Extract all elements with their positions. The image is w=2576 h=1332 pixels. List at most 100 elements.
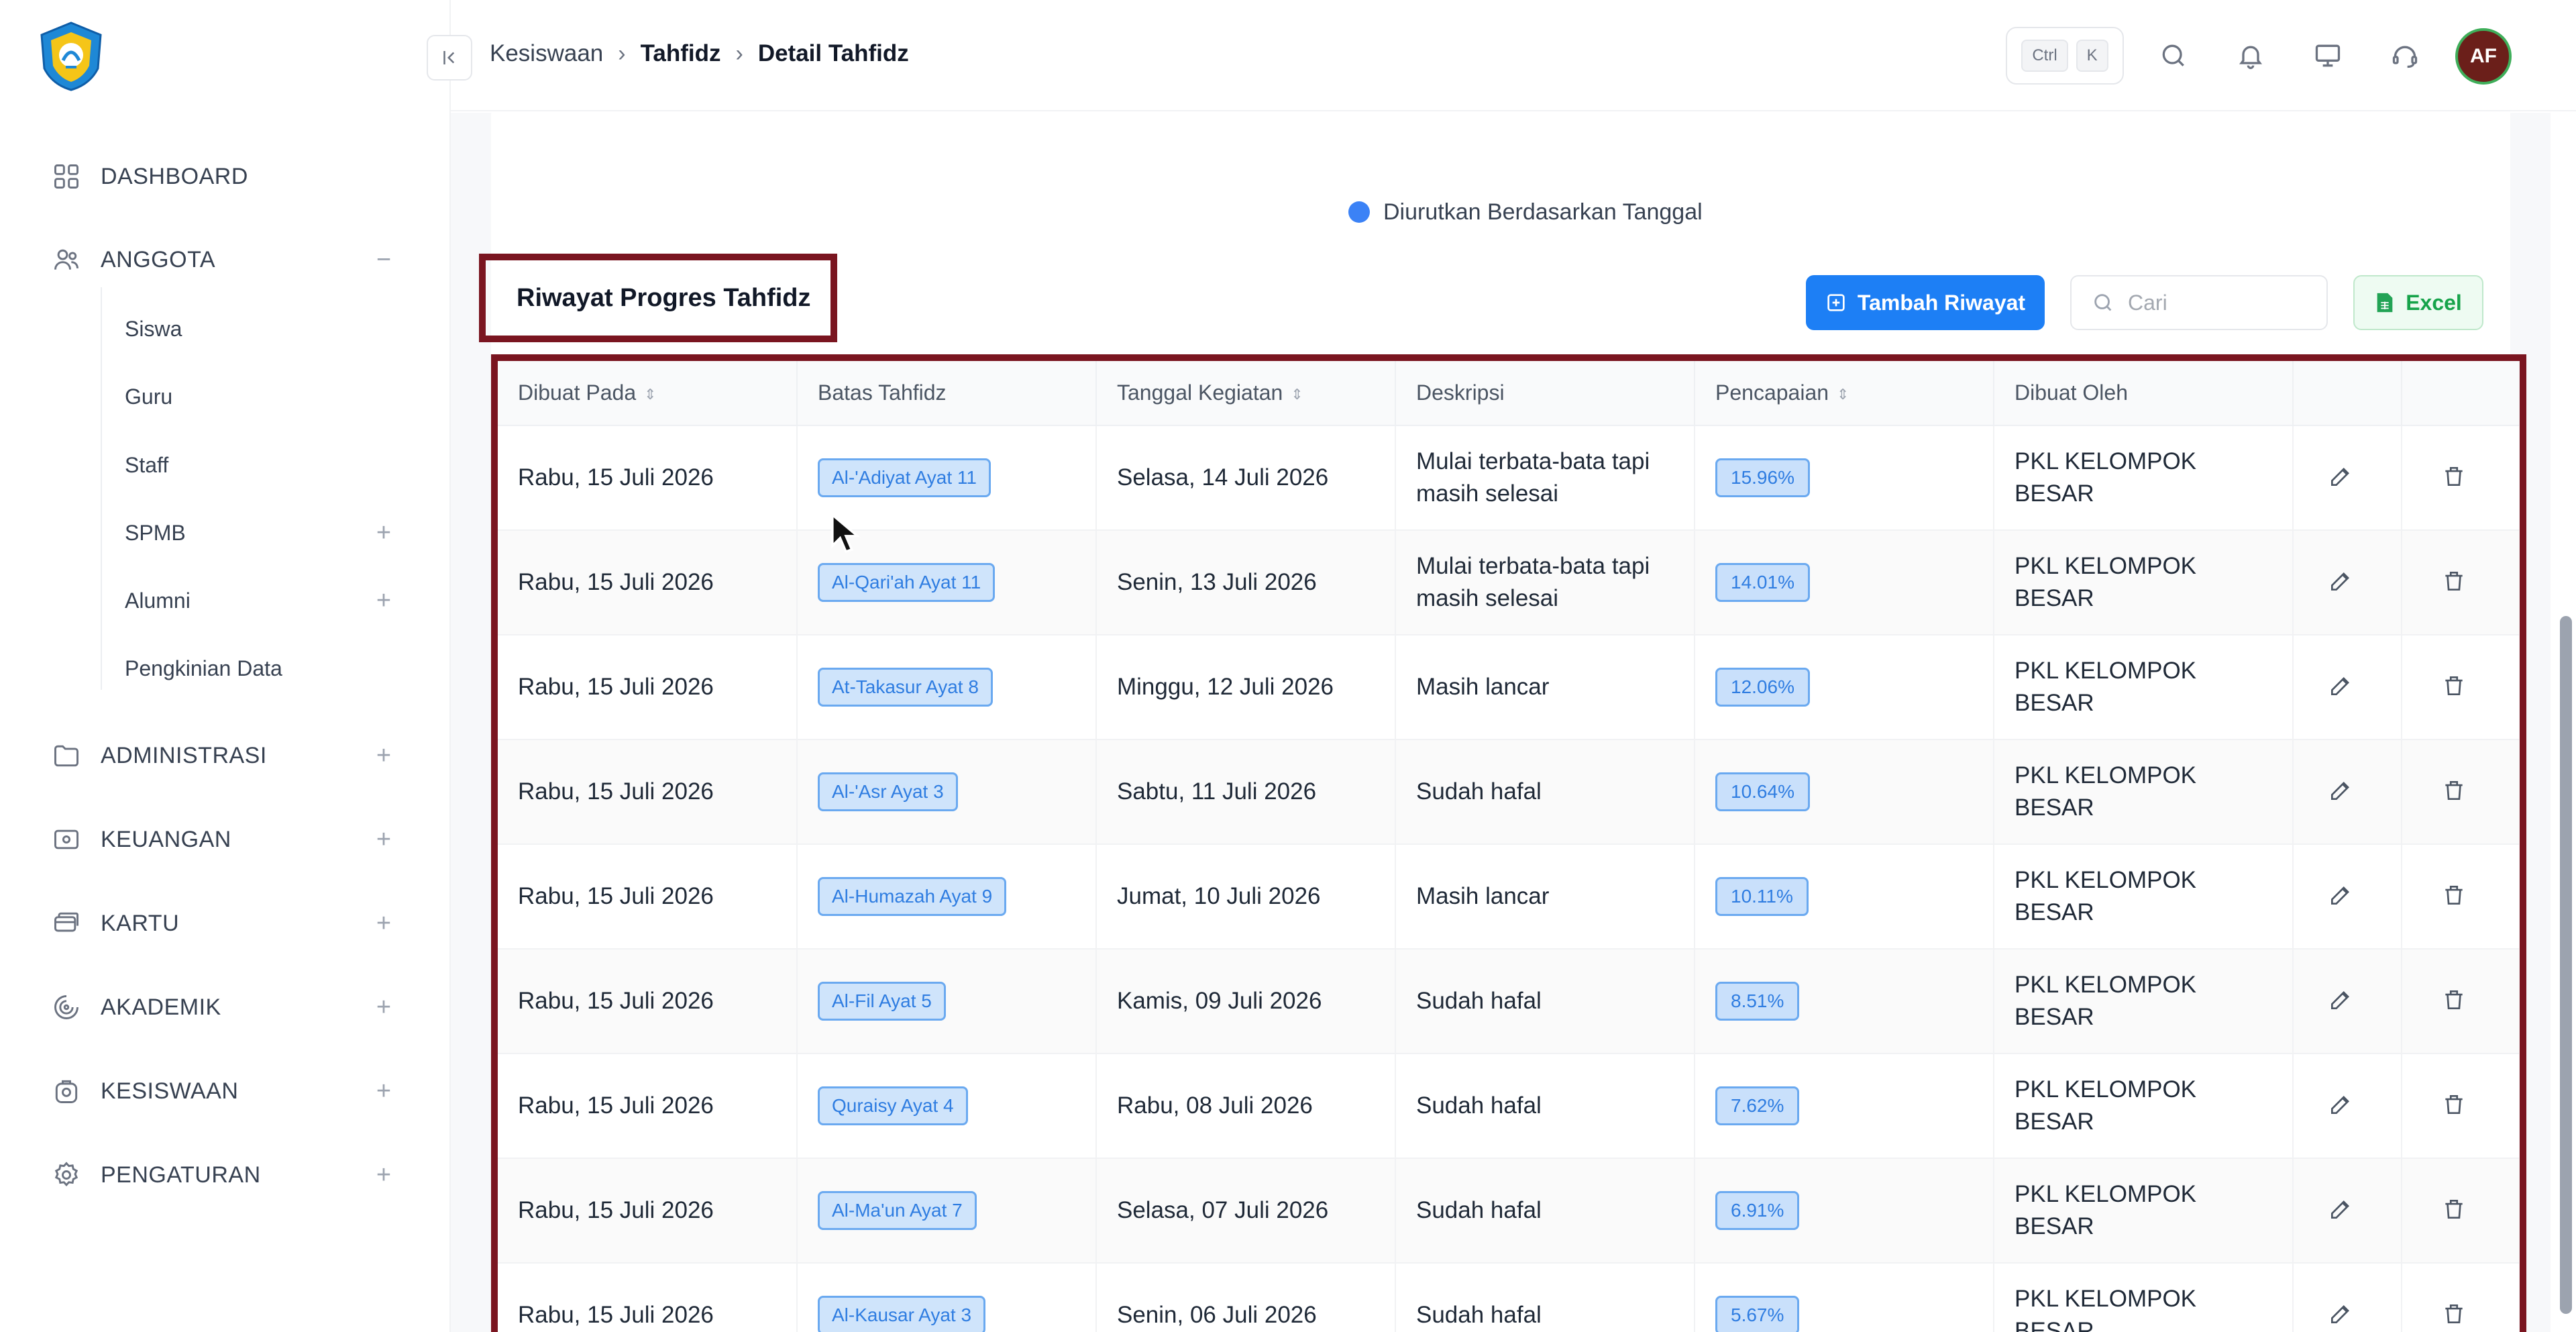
surah-tag: Al-'Adiyat Ayat 11 [818,458,991,497]
avatar[interactable]: AF [2455,28,2512,85]
cell-pencapaian: 10.64% [1695,739,1994,845]
search-icon [2094,294,2112,311]
sort-icon[interactable]: ⇕ [644,386,656,403]
edit-icon[interactable] [2322,772,2359,809]
trash-icon[interactable] [2435,1295,2473,1332]
sidebar-item-label: KESISWAAN [101,1078,239,1104]
edit-icon[interactable] [2322,1190,2359,1228]
sidebar-subitem-alumni[interactable]: Alumni + [125,580,397,621]
trash-icon[interactable] [2435,772,2473,809]
sidebar-item-label: KARTU [101,910,180,936]
cell-deskripsi: Sudah hafal [1395,1158,1695,1264]
sidebar-subitem-siswa[interactable]: Siswa [125,309,397,349]
expand-toggle[interactable]: + [370,909,397,938]
sidebar-item-label: ADMINISTRASI [101,742,267,768]
progress-badge: 6.91% [1715,1191,1800,1230]
cell-batas-tahfidz: Al-Ma'un Ayat 7 [797,1158,1097,1264]
expand-toggle[interactable]: + [370,993,397,1022]
trash-icon[interactable] [2435,876,2473,914]
column-header-deskripsi: Deskripsi [1395,361,1695,426]
edit-icon[interactable] [2322,876,2359,914]
sidebar-item-administrasi[interactable]: ADMINISTRASI + [48,732,397,779]
monitor-icon[interactable] [2306,34,2350,78]
cell-dibuat-pada: Rabu, 15 Juli 2026 [498,1158,798,1264]
expand-toggle[interactable]: + [370,741,397,770]
table-header-row: Dibuat Pada ⇕ Batas Tahfidz Tanggal Kegia… [498,361,2520,426]
sidebar-subitem-pengkinian-data[interactable]: Pengkinian Data [125,648,397,688]
search-input[interactable] [2128,290,2316,315]
edit-icon[interactable] [2322,667,2359,705]
cell-dibuat-oleh: PKL KELOMPOK BESAR [1994,425,2294,531]
search-icon[interactable] [2151,34,2196,78]
header-label: Pencapaian [1715,380,1829,405]
column-header-tanggal-kegiatan[interactable]: Tanggal Kegiatan ⇕ [1096,361,1396,426]
cell-batas-tahfidz: Al-Humazah Ayat 9 [797,844,1097,950]
sidebar-subitem-guru[interactable]: Guru [125,376,397,417]
legend-dot [1348,201,1370,223]
expand-toggle[interactable]: + [370,825,397,854]
search-field[interactable] [2070,275,2328,330]
trash-icon[interactable] [2435,981,2473,1019]
column-header-dibuat-pada[interactable]: Dibuat Pada ⇕ [498,361,798,426]
sidebar-subitem-staff[interactable]: Staff [125,445,397,485]
trash-icon[interactable] [2435,1086,2473,1123]
cell-dibuat-pada: Rabu, 15 Juli 2026 [498,530,798,635]
sidebar-item-keuangan[interactable]: KEUANGAN + [48,816,397,863]
edit-icon[interactable] [2322,562,2359,600]
cell-deskripsi: Masih lancar [1395,844,1695,950]
expand-toggle[interactable]: + [370,519,397,548]
edit-icon[interactable] [2322,1086,2359,1123]
bell-icon[interactable] [2229,34,2273,78]
column-header-dibuat-oleh: Dibuat Oleh [1994,361,2294,426]
trash-icon[interactable] [2435,458,2473,495]
users-icon [48,242,85,278]
sidebar-item-anggota[interactable]: ANGGOTA − [48,236,397,283]
table-row: Rabu, 15 Juli 2026 Al-Kausar Ayat 3 Senin,… [498,1263,2520,1332]
chevron-right-icon: › [735,40,743,66]
cell-pencapaian: 15.96% [1695,425,1994,531]
page-scrollbar[interactable] [2556,111,2576,1332]
edit-icon[interactable] [2322,1295,2359,1332]
breadcrumb-item-kesiswaan[interactable]: Kesiswaan [490,40,603,67]
sidebar-item-label: PENGATURAN [101,1162,261,1188]
column-header-pencapaian[interactable]: Pencapaian ⇕ [1695,361,1994,426]
school-logo[interactable] [36,20,106,93]
excel-export-button[interactable]: Excel [2353,275,2483,330]
cell-dibuat-pada: Rabu, 15 Juli 2026 [498,1054,798,1159]
support-icon[interactable] [2383,34,2427,78]
breadcrumb-item-tahfidz[interactable]: Tahfidz [641,40,721,67]
sort-icon[interactable]: ⇕ [1837,386,1849,403]
command-palette-shortcut[interactable]: Ctrl K [2006,27,2124,85]
expand-toggle[interactable]: + [370,586,397,615]
sidebar-item-dashboard[interactable]: DASHBOARD [48,153,397,200]
cell-dibuat-oleh: PKL KELOMPOK BESAR [1994,739,2294,845]
sort-icon[interactable]: ⇕ [1291,386,1303,403]
table-row: Rabu, 15 Juli 2026 Al-'Adiyat Ayat 11 Sela… [498,425,2520,531]
sidebar-item-pengaturan[interactable]: PENGATURAN + [48,1151,397,1198]
trash-icon[interactable] [2435,667,2473,705]
edit-icon[interactable] [2322,458,2359,495]
table-row: Rabu, 15 Juli 2026 Al-Humazah Ayat 9 Jumat… [498,844,2520,950]
collapse-sidebar-button[interactable] [427,35,472,81]
cell-delete [2402,530,2520,635]
sidebar-item-kartu[interactable]: KARTU + [48,900,397,947]
sidebar-subitem-spmb[interactable]: SPMB + [125,513,397,553]
cell-tanggal-kegiatan: Senin, 06 Juli 2026 [1096,1263,1396,1332]
sidebar-item-kesiswaan[interactable]: KESISWAAN + [48,1068,397,1115]
cell-deskripsi: Mulai terbata-bata tapi masih selesai [1395,425,1695,531]
scrollbar-thumb[interactable] [2560,616,2572,1314]
expand-toggle[interactable]: + [370,1077,397,1106]
history-table: Dibuat Pada ⇕ Batas Tahfidz Tanggal Kegia… [498,361,2520,1332]
sort-note-text: Diurutkan Berdasarkan Tanggal [1383,199,1703,225]
trash-icon[interactable] [2435,1190,2473,1228]
sidebar-item-label: KEUANGAN [101,826,231,852]
add-history-button[interactable]: Tambah Riwayat [1806,275,2045,330]
expand-toggle[interactable]: + [370,1161,397,1190]
excel-file-icon [2377,293,2393,313]
edit-icon[interactable] [2322,981,2359,1019]
cell-edit [2293,530,2402,635]
trash-icon[interactable] [2435,562,2473,600]
sidebar-item-label: AKADEMIK [101,994,221,1020]
sidebar-item-akademik[interactable]: AKADEMIK + [48,984,397,1031]
collapse-toggle[interactable]: − [370,246,397,274]
